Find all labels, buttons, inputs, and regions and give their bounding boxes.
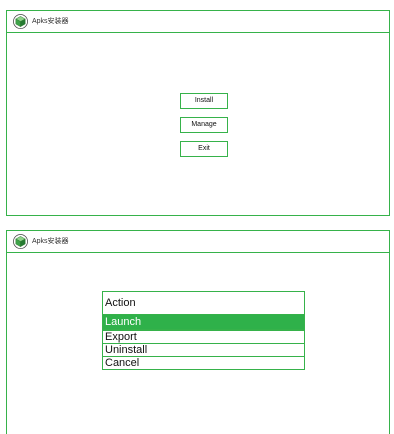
title-bar: Apks安装器 [7,11,389,33]
app-title: Apks安装器 [32,18,69,25]
title-bar: Apks安装器 [7,231,389,253]
app-logo-icon [13,14,28,29]
menu-item-cancel[interactable]: Cancel [103,356,304,369]
bottom-screen: Apks安装器 Action Launch Export Uninstall C… [6,230,390,434]
menu-item-uninstall[interactable]: Uninstall [103,343,304,356]
install-button[interactable]: Install [180,93,228,109]
manage-button[interactable]: Manage [180,117,228,133]
exit-button[interactable]: Exit [180,141,228,157]
app-logo-icon [13,234,28,249]
top-screen: Apks安装器 Install Manage Exit [6,10,390,216]
menu-item-export[interactable]: Export [103,329,304,343]
menu-header: Action [105,297,136,309]
menu-item-launch[interactable]: Launch [103,314,304,329]
app-title: Apks安装器 [32,238,69,245]
action-menu: Action Launch Export Uninstall Cancel [102,291,305,370]
